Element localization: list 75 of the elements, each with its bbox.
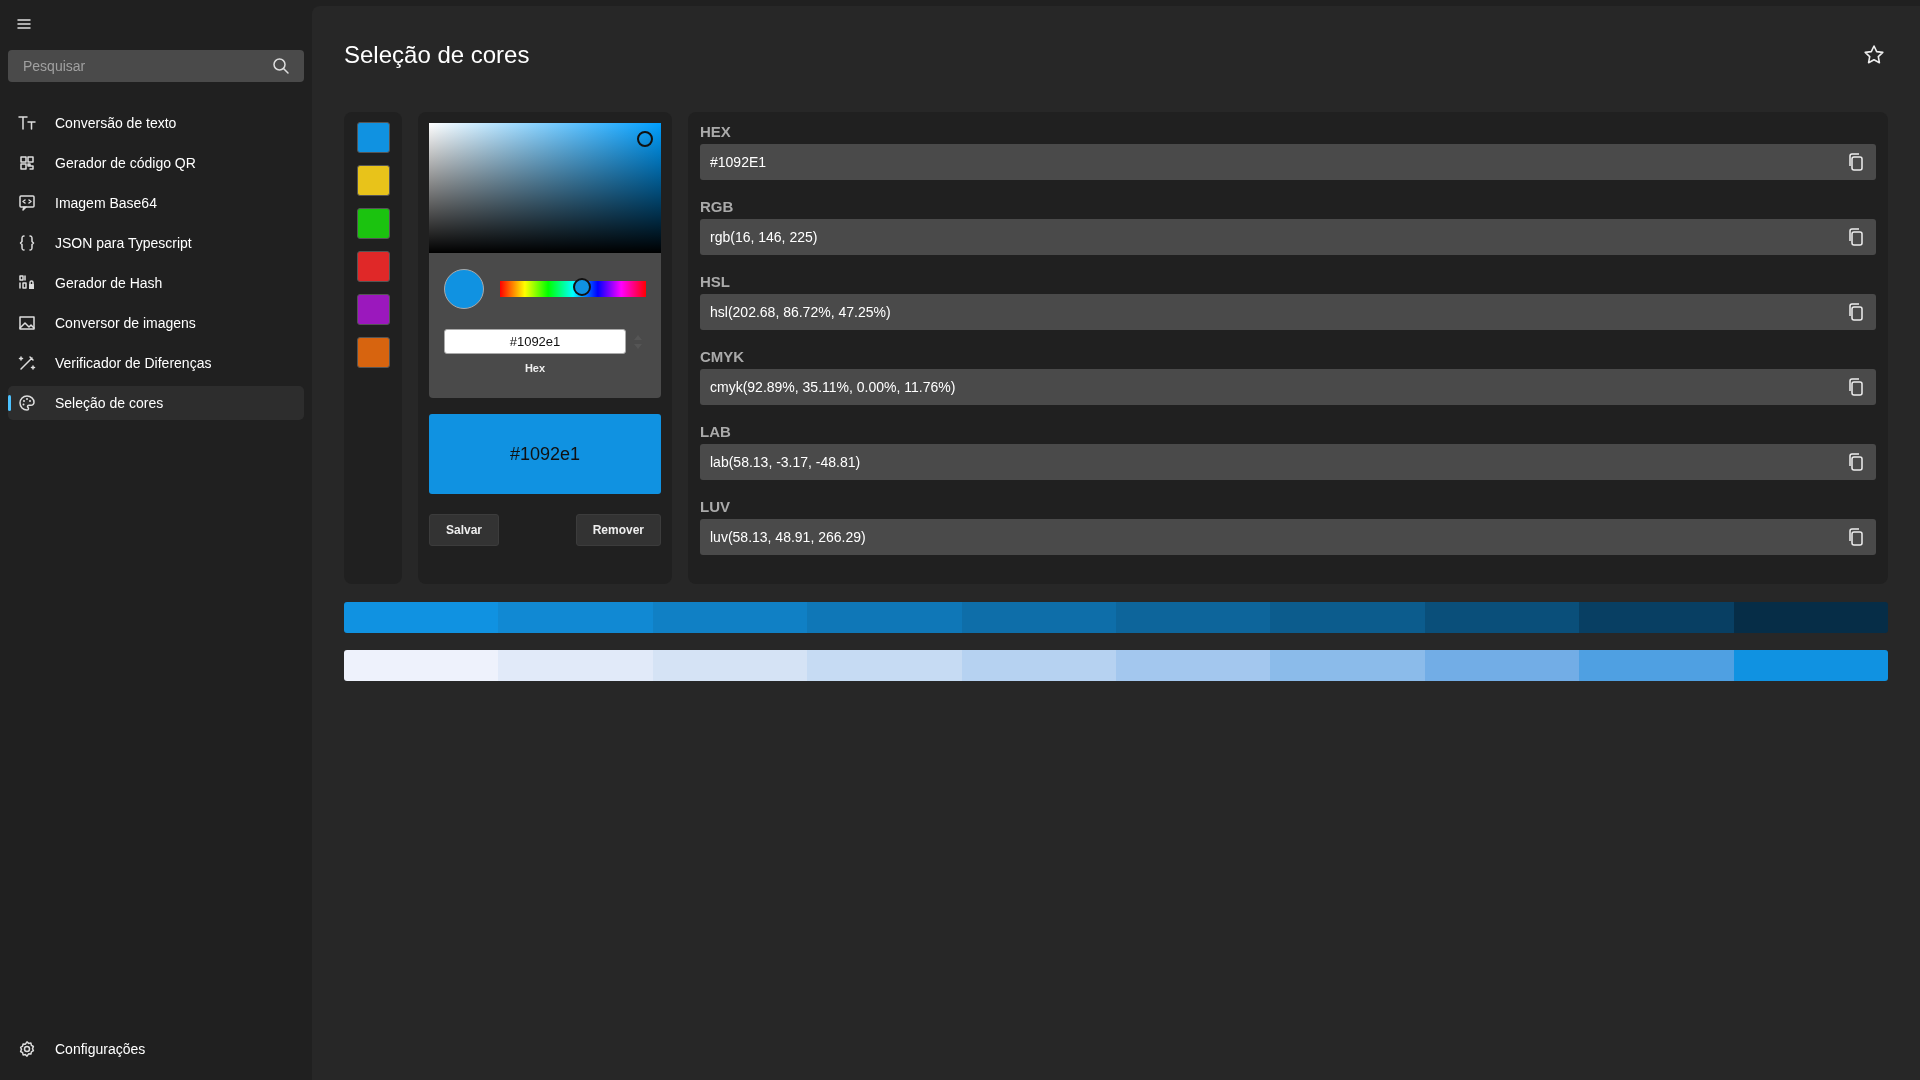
copy-icon[interactable] bbox=[1846, 302, 1866, 322]
page-title: Seleção de cores bbox=[344, 41, 530, 69]
color-swatch[interactable] bbox=[356, 337, 390, 368]
format-value: hsl(202.68, 86.72%, 47.25%) bbox=[710, 304, 892, 320]
copy-icon[interactable] bbox=[1846, 152, 1866, 172]
remove-button[interactable]: Remover bbox=[575, 514, 661, 546]
shade-swatch[interactable] bbox=[498, 602, 653, 633]
format-label: LAB bbox=[700, 422, 731, 442]
hex-label: Hex bbox=[523, 362, 547, 374]
sidebar-item[interactable]: Conversor de imagens bbox=[8, 306, 304, 340]
settings-icon bbox=[18, 1040, 36, 1058]
save-button[interactable]: Salvar bbox=[429, 514, 500, 546]
shade-swatch[interactable] bbox=[1116, 602, 1271, 633]
shade-swatch[interactable] bbox=[1733, 602, 1888, 633]
settings-item[interactable]: Configurações bbox=[8, 1032, 304, 1066]
shade-swatch[interactable] bbox=[1270, 602, 1425, 633]
color-swatch[interactable] bbox=[356, 294, 390, 325]
shade-swatch[interactable] bbox=[1579, 650, 1734, 681]
sidebar-item[interactable]: Verificador de Diferenças bbox=[8, 346, 304, 380]
hue-handle[interactable] bbox=[573, 278, 592, 296]
format-label: HEX bbox=[700, 122, 731, 142]
search-field[interactable]: Pesquisar bbox=[8, 50, 304, 82]
shade-swatch[interactable] bbox=[807, 602, 962, 633]
copy-icon[interactable] bbox=[1846, 452, 1866, 472]
format-value: cmyk(92.89%, 35.11%, 0.00%, 11.76%) bbox=[710, 379, 957, 395]
magic-wand-icon bbox=[18, 354, 36, 372]
color-handle[interactable] bbox=[636, 130, 653, 147]
hex-input[interactable]: #1092e1 bbox=[444, 329, 626, 354]
shade-swatch[interactable] bbox=[1270, 650, 1425, 681]
shade-swatch[interactable] bbox=[498, 650, 653, 681]
hue-slider[interactable] bbox=[500, 281, 646, 297]
color-swatch[interactable] bbox=[356, 122, 390, 153]
code-screen-icon bbox=[18, 194, 36, 212]
color-preview: #1092e1 bbox=[429, 414, 661, 494]
shade-swatch[interactable] bbox=[807, 650, 962, 681]
shade-swatch[interactable] bbox=[961, 650, 1117, 681]
copy-icon[interactable] bbox=[1846, 527, 1866, 547]
shade-swatch[interactable] bbox=[961, 602, 1117, 633]
format-label: LUV bbox=[700, 497, 730, 517]
format-label: RGB bbox=[700, 197, 734, 217]
shade-swatch[interactable] bbox=[1424, 602, 1580, 633]
sidebar-item[interactable]: Gerador de Hash bbox=[8, 266, 304, 300]
search-icon[interactable] bbox=[272, 57, 290, 75]
color-swatch[interactable] bbox=[356, 208, 390, 239]
color-swatch[interactable] bbox=[356, 165, 390, 196]
shade-swatch[interactable] bbox=[1424, 650, 1580, 681]
shade-swatch[interactable] bbox=[1116, 650, 1271, 681]
format-value: lab(58.13, -3.17, -48.81) bbox=[710, 454, 862, 470]
text-size-icon bbox=[18, 114, 36, 132]
braces-icon bbox=[18, 234, 36, 252]
color-swatch[interactable] bbox=[356, 251, 390, 282]
palette-icon bbox=[18, 394, 36, 412]
sidebar-item[interactable]: JSON para Typescript bbox=[8, 226, 304, 260]
star-icon[interactable] bbox=[1862, 43, 1886, 67]
sidebar-item[interactable]: Gerador de código QR bbox=[8, 146, 304, 180]
qr-code-icon bbox=[18, 154, 36, 172]
binary-lock-icon bbox=[18, 274, 36, 292]
shade-swatch[interactable] bbox=[344, 650, 499, 681]
format-value: #1092E1 bbox=[710, 154, 768, 170]
saturation-brightness-area[interactable] bbox=[429, 123, 661, 253]
format-value: rgb(16, 146, 225) bbox=[710, 229, 819, 245]
sidebar-item[interactable]: Seleção de cores bbox=[8, 386, 304, 420]
shade-swatch[interactable] bbox=[1579, 602, 1734, 633]
shade-swatch[interactable] bbox=[652, 602, 808, 633]
sidebar-item[interactable]: Conversão de texto bbox=[8, 106, 304, 140]
format-value: luv(58.13, 48.91, 266.29) bbox=[710, 529, 867, 545]
shade-swatch[interactable] bbox=[344, 602, 499, 633]
copy-icon[interactable] bbox=[1846, 227, 1866, 247]
format-label: CMYK bbox=[700, 347, 745, 367]
format-label: HSL bbox=[700, 272, 730, 292]
image-icon bbox=[18, 314, 36, 332]
sidebar-item[interactable]: Imagem Base64 bbox=[8, 186, 304, 220]
copy-icon[interactable] bbox=[1846, 377, 1866, 397]
shade-swatch[interactable] bbox=[652, 650, 808, 681]
shade-swatch[interactable] bbox=[1733, 650, 1888, 681]
